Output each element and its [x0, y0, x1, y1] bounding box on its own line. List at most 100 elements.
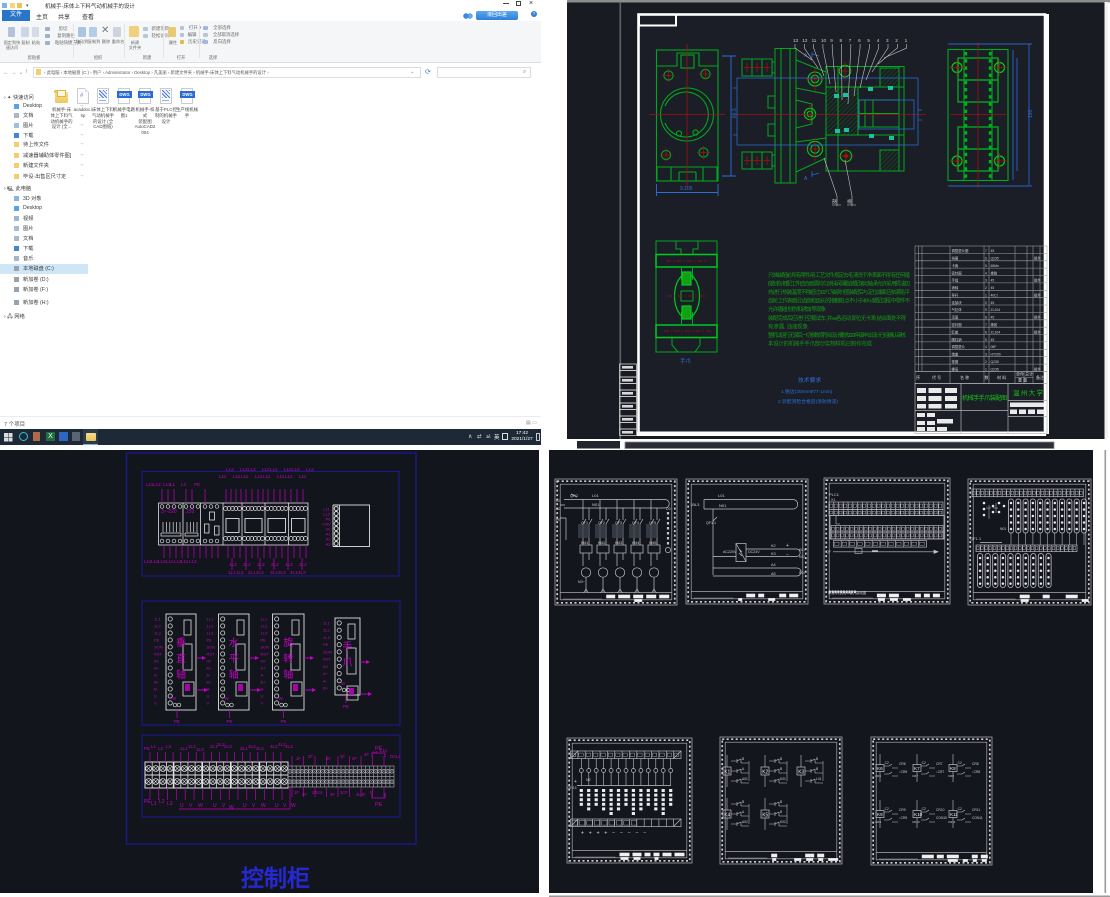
svg-text:端盖: 端盖	[952, 352, 959, 357]
svg-text:直: 直	[176, 652, 186, 665]
svg-text:0V: 0V	[154, 659, 159, 664]
svg-text:6: 6	[985, 330, 987, 334]
svg-text:销轴: 销轴	[952, 285, 959, 290]
svg-text:6: 6	[858, 38, 861, 43]
svg-text:L12: L12	[262, 467, 270, 472]
svg-text:U: U	[180, 803, 184, 809]
svg-text:PE: PE	[343, 704, 349, 709]
svg-text:L1: L1	[151, 744, 157, 749]
svg-text:L11: L11	[299, 474, 307, 479]
svg-text:L12: L12	[240, 467, 248, 472]
svg-text:剖: 剖	[832, 198, 837, 205]
svg-text:40Cr: 40Cr	[991, 294, 999, 298]
svg-text:ZL104: ZL104	[991, 308, 1001, 312]
svg-text:组件: 组件	[1034, 315, 1041, 320]
svg-text:KM3: KM3	[615, 541, 622, 545]
svg-text:65Mn: 65Mn	[991, 264, 1000, 268]
svg-text:F: F	[370, 790, 373, 795]
svg-text:11: 11	[812, 38, 817, 43]
svg-text:PE: PE	[144, 746, 150, 751]
svg-text:4L4F: 4L4F	[356, 792, 366, 797]
svg-text:组件: 组件	[1034, 293, 1041, 298]
svg-text:L2: L2	[158, 746, 164, 751]
svg-text:L11: L11	[277, 474, 285, 479]
svg-text:K2: K2	[771, 544, 776, 548]
svg-text:3CF: 3CF	[340, 790, 348, 795]
svg-text:2L2: 2L2	[271, 562, 279, 567]
svg-text:45: 45	[991, 338, 995, 342]
svg-text:08F: 08F	[991, 345, 997, 349]
svg-text:3L1: 3L1	[240, 746, 248, 751]
svg-text:K2: K2	[762, 770, 768, 776]
svg-text:B-: B-	[261, 687, 266, 692]
svg-text:C2: C2	[885, 761, 889, 765]
svg-text:2L2: 2L2	[256, 570, 264, 575]
svg-text:KM1: KM1	[581, 541, 588, 545]
svg-text:−: −	[643, 831, 646, 837]
svg-text:KM4: KM4	[632, 541, 639, 545]
svg-text:CR11: CR11	[972, 808, 980, 812]
svg-text:2: 2	[985, 286, 987, 290]
svg-text:PE: PE	[207, 638, 213, 643]
svg-text:DAL4: DAL4	[390, 754, 401, 759]
svg-text:ZL104: ZL104	[991, 330, 1001, 334]
svg-text:1L3: 1L3	[323, 635, 330, 640]
svg-text:名 称: 名 称	[960, 374, 969, 380]
svg-text:1F: 1F	[294, 790, 299, 795]
svg-text:45: 45	[991, 316, 995, 320]
svg-text:L1: L1	[170, 482, 176, 487]
svg-text:RST: RST	[207, 652, 216, 657]
svg-text:L12: L12	[226, 467, 234, 472]
svg-text:4L1: 4L1	[270, 744, 278, 749]
svg-text:1L2: 1L2	[154, 624, 161, 629]
svg-text:X1: X1	[831, 498, 835, 502]
svg-text:−: −	[786, 552, 789, 558]
svg-text:U: U	[243, 803, 247, 809]
svg-text:↓CR6: ↓CR6	[899, 770, 907, 774]
svg-text:L2: L2	[556, 499, 560, 503]
svg-text:Q235: Q235	[991, 360, 999, 364]
svg-text:PE: PE	[323, 642, 329, 647]
svg-text:手爪: 手爪	[680, 357, 692, 365]
svg-text:220: 220	[186, 509, 195, 515]
svg-text:3~-220: 3~-220	[161, 509, 177, 515]
svg-text:K02: K02	[799, 555, 805, 559]
svg-text:8: 8	[985, 316, 987, 320]
svg-text:旋: 旋	[283, 636, 293, 649]
svg-text:1L3: 1L3	[261, 631, 268, 636]
svg-text:130: 130	[1028, 109, 1034, 118]
svg-text:2R24: 2R24	[312, 790, 323, 795]
svg-text:K1: K1	[724, 770, 730, 776]
svg-text:U: U	[275, 803, 279, 809]
svg-text:手指: 手指	[952, 278, 959, 283]
svg-text:+: +	[581, 831, 584, 837]
svg-text:1L1: 1L1	[154, 617, 161, 622]
svg-text:0V: 0V	[207, 659, 212, 664]
svg-text:SON: SON	[154, 645, 163, 650]
svg-text:K01: K01	[799, 548, 805, 552]
svg-text:RST: RST	[154, 652, 163, 657]
svg-text:45: 45	[991, 249, 995, 253]
svg-text:2F: 2F	[308, 754, 313, 759]
svg-text:12: 12	[802, 38, 808, 43]
svg-text:1L1: 1L1	[261, 617, 268, 622]
svg-text:5: 5	[985, 338, 987, 342]
svg-text:7: 7	[985, 249, 987, 253]
svg-text:0: 0	[985, 301, 987, 305]
svg-text:单件 总计: 单件 总计	[1016, 371, 1033, 377]
svg-text:A-: A-	[261, 673, 266, 678]
svg-text:水: 水	[229, 637, 239, 649]
svg-text:D01: D01	[799, 571, 805, 575]
svg-text:手: 手	[343, 640, 353, 653]
svg-text:1L1: 1L1	[323, 621, 330, 626]
svg-text:L12: L12	[248, 467, 256, 472]
svg-text:+: +	[597, 831, 600, 837]
svg-text:调整垫片: 调整垫片	[952, 344, 966, 349]
svg-text:重 量: 重 量	[1018, 377, 1027, 383]
svg-text:1L2: 1L2	[236, 570, 244, 575]
svg-text:有渗漏. 油液现象: 有渗漏. 油液现象	[768, 322, 808, 330]
svg-text:L2: L2	[181, 482, 187, 487]
svg-text:QF0: QF0	[570, 493, 579, 498]
svg-text:CR10: CR10	[936, 808, 945, 812]
svg-text:L01: L01	[816, 777, 822, 781]
